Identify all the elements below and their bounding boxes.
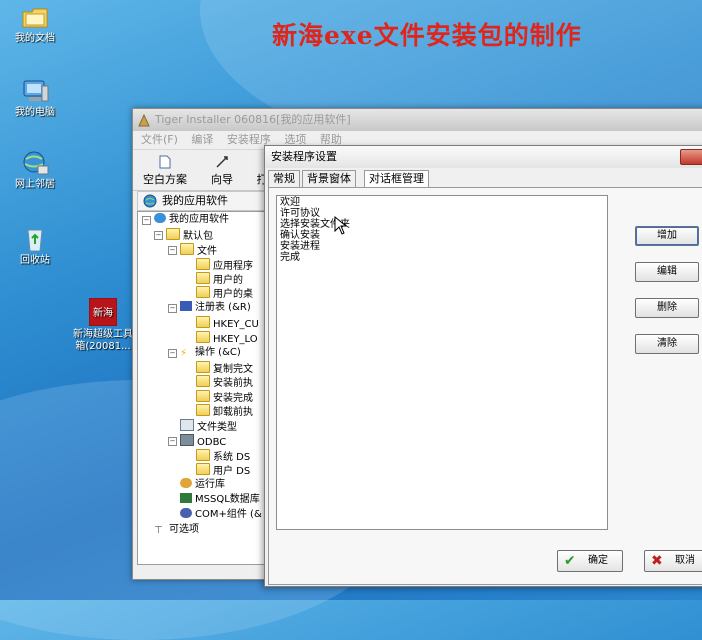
- file-type-icon: [180, 419, 194, 431]
- tree-node[interactable]: 文件类型: [180, 419, 237, 433]
- tree-node[interactable]: 系统 DS: [196, 449, 250, 463]
- wizard-button[interactable]: 向导: [211, 155, 233, 187]
- folder-icon: [166, 228, 180, 240]
- database-icon: [180, 493, 192, 503]
- blank-project-button[interactable]: 空白方案: [143, 155, 187, 187]
- tree-node[interactable]: 文件: [180, 243, 217, 257]
- tree-node[interactable]: 应用程序: [196, 258, 253, 272]
- window-title: Tiger Installer 060816[我的应用软件]: [155, 113, 351, 126]
- folder-icon: [196, 375, 210, 387]
- list-item[interactable]: 确认安装: [280, 230, 320, 241]
- tree-node[interactable]: 安装前执: [196, 375, 253, 389]
- tiger-logo-icon: [138, 113, 150, 127]
- desktop-icon-label-line1: 新海超级工具: [73, 329, 133, 340]
- folder-icon: [196, 316, 210, 328]
- list-item[interactable]: 许可协议: [280, 208, 320, 219]
- svg-text:新海: 新海: [93, 306, 113, 319]
- cross-icon: ✖: [651, 553, 663, 569]
- desktop-icon-recycle-bin[interactable]: 回收站: [0, 226, 70, 267]
- tab-general[interactable]: 常规: [268, 170, 300, 187]
- desktop-icon-network[interactable]: 网上邻居: [0, 150, 70, 191]
- folder-icon: [196, 272, 210, 284]
- runtime-icon: [180, 478, 192, 488]
- collapse-toggle[interactable]: −: [168, 246, 177, 255]
- tab-background[interactable]: 背景窗体: [302, 170, 356, 187]
- folder-icon: [196, 331, 210, 343]
- list-item[interactable]: 安装进程: [280, 241, 320, 252]
- tree-node[interactable]: 用户 DS: [196, 463, 250, 477]
- desktop-icon-toolbox[interactable]: 新海 新海超级工具 箱(20081...: [68, 297, 138, 353]
- desktop-icon-label: 我的电脑: [15, 107, 55, 118]
- tab-dialog-management[interactable]: 对话框管理: [364, 170, 429, 188]
- desktop-icon-my-documents[interactable]: 我的文档: [0, 4, 70, 45]
- page-banner-title: 新海exe文件安装包的制作: [272, 21, 582, 50]
- folder-icon: [196, 449, 210, 461]
- odbc-icon: [180, 434, 194, 446]
- clear-button[interactable]: 清除: [635, 334, 699, 354]
- folder-icon: [20, 4, 50, 30]
- folder-icon: [180, 243, 194, 255]
- delete-button[interactable]: 删除: [635, 298, 699, 318]
- wizard-icon: [215, 155, 229, 169]
- desktop-icon-label: 我的文档: [15, 33, 55, 44]
- tree-node[interactable]: 我的应用软件: [154, 213, 229, 227]
- folder-icon: [196, 404, 210, 416]
- cancel-button[interactable]: ✖ 取消: [644, 550, 702, 572]
- tree-node[interactable]: 复制完文: [196, 361, 253, 375]
- window-titlebar[interactable]: Tiger Installer 060816[我的应用软件]: [133, 109, 702, 131]
- tree-node[interactable]: 注册表 (&R): [180, 301, 251, 315]
- tree-node[interactable]: 运行库: [180, 478, 225, 492]
- list-item[interactable]: 欢迎: [280, 197, 300, 208]
- edit-button[interactable]: 编辑: [635, 262, 699, 282]
- tree-node[interactable]: COM+组件 (&: [180, 508, 262, 522]
- desktop-icon-my-computer[interactable]: 我的电脑: [0, 78, 70, 119]
- tree-node[interactable]: 默认包: [166, 228, 213, 242]
- dialog-titlebar[interactable]: 安装程序设置: [265, 146, 702, 168]
- com-component-icon: [180, 508, 192, 518]
- globe-icon: [154, 213, 166, 223]
- collapse-toggle[interactable]: −: [142, 216, 151, 225]
- menu-file[interactable]: 文件(F): [141, 133, 178, 146]
- lightning-icon: ⚡: [180, 348, 188, 359]
- optional-icon: ⊤: [154, 525, 163, 536]
- folder-icon: [196, 390, 210, 402]
- tree-node[interactable]: HKEY_CU: [196, 316, 259, 330]
- collapse-toggle[interactable]: −: [168, 437, 177, 446]
- tree-node[interactable]: MSSQL数据库: [180, 493, 260, 507]
- tree-node[interactable]: ⚡ 操作 (&C): [180, 346, 241, 360]
- registry-icon: [180, 301, 192, 311]
- dialog-listbox[interactable]: 欢迎 许可协议 选择安装文件夹 确认安装 安装进程 完成: [276, 195, 608, 530]
- tree-node[interactable]: ⊤ 可选项: [154, 523, 199, 537]
- desktop-icon-label: 回收站: [20, 255, 50, 266]
- checkmark-icon: ✔: [564, 553, 576, 569]
- folder-icon: [196, 463, 210, 475]
- tree-node[interactable]: 用户的: [196, 272, 243, 286]
- add-button[interactable]: 增加: [635, 226, 699, 246]
- ok-button[interactable]: ✔ 确定: [557, 550, 623, 572]
- tree-node[interactable]: HKEY_LO: [196, 331, 258, 345]
- folder-icon: [196, 286, 210, 298]
- tab-pane: 欢迎 许可协议 选择安装文件夹 确认安装 安装进程 完成 增加 编辑 删除 清除…: [268, 187, 702, 585]
- dialog-title: 安装程序设置: [271, 150, 337, 163]
- list-item[interactable]: 完成: [280, 252, 300, 263]
- new-document-icon: [158, 155, 172, 169]
- tree-node[interactable]: 用户的桌: [196, 286, 253, 300]
- collapse-toggle[interactable]: −: [168, 304, 177, 313]
- tree-node[interactable]: ODBC: [180, 434, 226, 448]
- desktop-icon-label-line2: 箱(20081...: [75, 341, 131, 352]
- desktop-icon-label: 网上邻居: [15, 179, 55, 190]
- tree-node[interactable]: 安装完成: [196, 390, 253, 404]
- menu-compile[interactable]: 编译: [191, 133, 213, 146]
- collapse-toggle[interactable]: −: [168, 349, 177, 358]
- network-icon: [20, 150, 50, 176]
- folder-icon: [196, 361, 210, 373]
- app-logo-icon: 新海: [88, 297, 118, 327]
- close-icon[interactable]: [680, 149, 702, 165]
- computer-icon: [20, 78, 50, 104]
- collapse-toggle[interactable]: −: [154, 231, 163, 240]
- tree-node[interactable]: 卸载前执: [196, 404, 253, 418]
- folder-icon: [196, 258, 210, 270]
- installer-settings-dialog: 安装程序设置 常规 背景窗体 对话框管理 欢迎 许可协议 选择安装文件夹 确认安…: [264, 145, 702, 587]
- recycle-bin-icon: [20, 226, 50, 252]
